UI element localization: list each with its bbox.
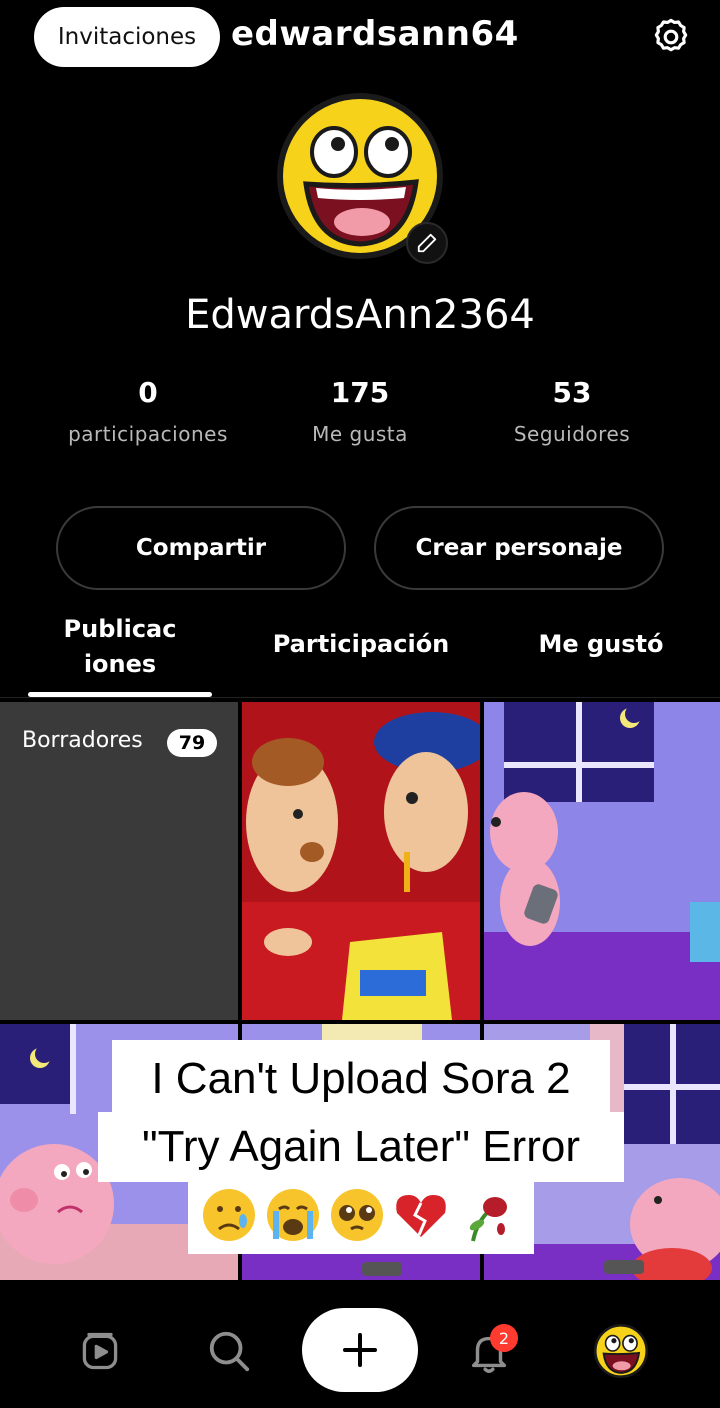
share-button[interactable]: Compartir (56, 506, 346, 590)
top-bar: Invitaciones edwardsann64 (0, 0, 720, 76)
plus-icon (343, 1333, 377, 1367)
drafts-label: Borradores (22, 728, 143, 753)
video-thumbnail[interactable] (484, 702, 720, 1020)
invitations-button[interactable]: Invitaciones (34, 7, 220, 67)
create-character-button[interactable]: Crear personaje (374, 506, 664, 590)
tab-posts[interactable]: Publicac iones (40, 612, 200, 682)
stat-label: Me gusta (312, 422, 408, 446)
stat-followers[interactable]: 53 Seguidores (462, 376, 682, 446)
crying-face-emoji (203, 1189, 255, 1241)
caption-line-1: I Can't Upload Sora 2 (112, 1040, 610, 1118)
tab-liked[interactable]: Me gustó (506, 630, 696, 658)
caption-line-2: "Try Again Later" Error (98, 1112, 624, 1182)
username-header: edwardsann64 (231, 14, 519, 54)
stat-label: participaciones (68, 422, 228, 446)
stat-participations[interactable]: 0 participaciones (38, 376, 258, 446)
drafts-count-badge: 79 (167, 729, 217, 757)
wilted-flower-emoji (469, 1197, 507, 1242)
divider (0, 697, 720, 698)
drafts-tile[interactable]: Borradores 79 (0, 702, 238, 1020)
search-icon[interactable] (206, 1328, 252, 1374)
profile-tab-avatar[interactable] (594, 1324, 648, 1378)
pencil-icon[interactable] (406, 222, 448, 264)
create-button[interactable] (302, 1308, 418, 1392)
pleading-face-emoji (331, 1189, 383, 1241)
notification-count-badge: 2 (490, 1324, 518, 1352)
stat-likes[interactable]: 175 Me gusta (250, 376, 470, 446)
video-thumbnail[interactable] (242, 702, 480, 1020)
stat-value: 53 (552, 376, 592, 409)
tab-participation[interactable]: Participación (256, 630, 466, 658)
play-icon[interactable] (78, 1328, 122, 1374)
display-name: EdwardsAnn2364 (185, 292, 535, 338)
caption-emoji-row (188, 1176, 534, 1254)
stat-label: Seguidores (513, 422, 631, 446)
stat-value: 0 (138, 376, 158, 409)
sobbing-face-emoji (267, 1189, 319, 1241)
gear-icon[interactable] (650, 16, 692, 58)
stat-value: 175 (330, 376, 390, 409)
broken-heart-emoji (396, 1195, 446, 1237)
